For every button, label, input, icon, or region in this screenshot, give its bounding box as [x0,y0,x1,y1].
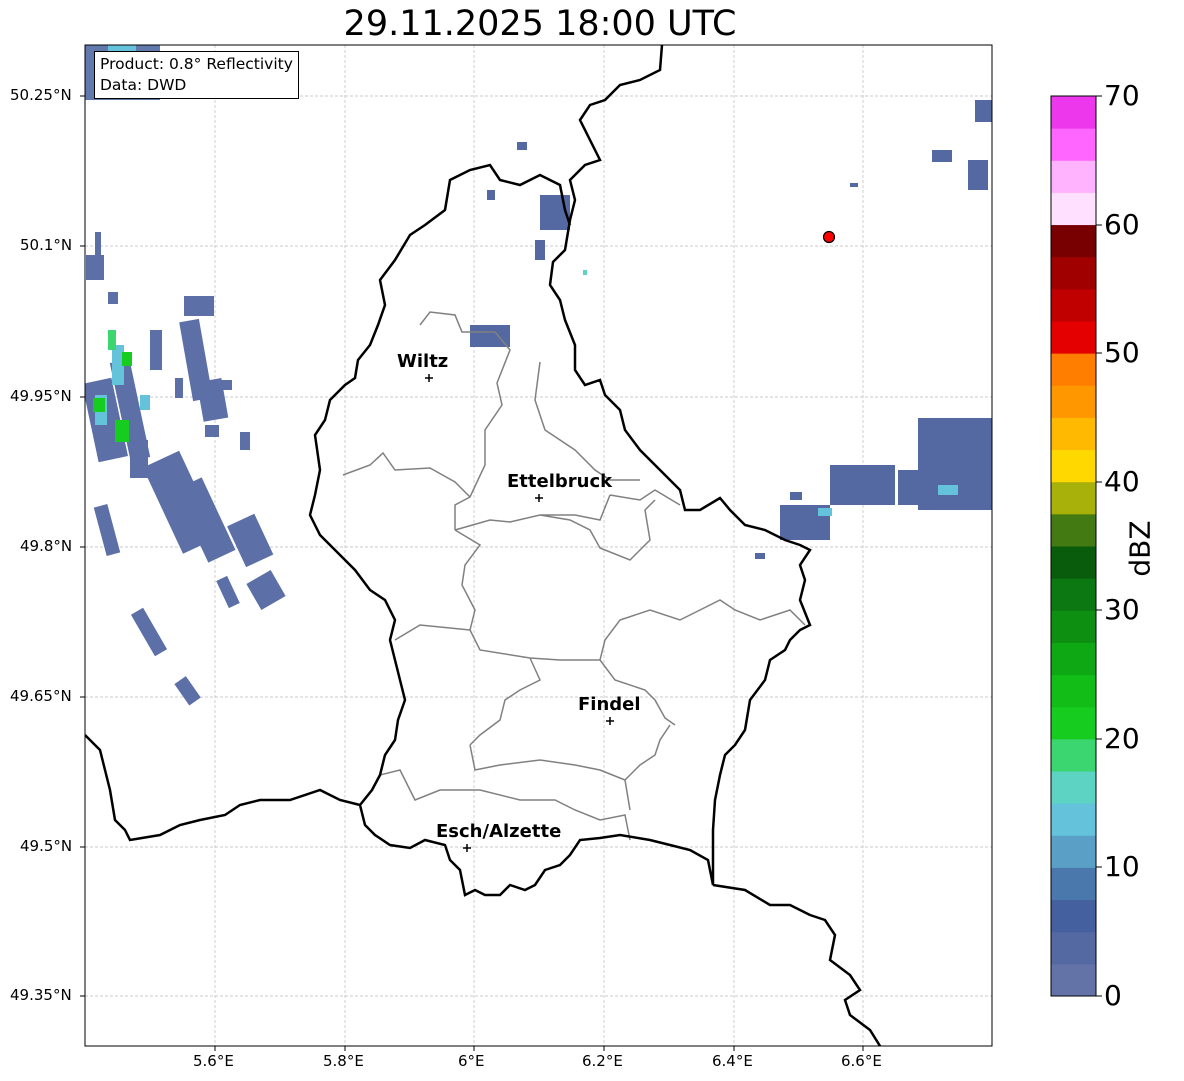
colorbar-tick-label: 60 [1104,208,1140,241]
colorbar [1051,96,1096,997]
city-label-wiltz: Wiltz [397,351,449,372]
city-label-findel: Findel [578,694,641,715]
colorbar-segment [1051,449,1096,483]
colorbar-segment [1051,192,1096,226]
colorbar-segment [1051,642,1096,676]
lat-tick-label: 50.1°N [20,236,73,254]
lat-tick-label: 49.65°N [10,687,72,705]
lon-tick-label: 6.6°E [841,1052,882,1070]
colorbar-segment [1051,610,1096,643]
colorbar-tick-label: 10 [1104,850,1140,883]
lon-tick-label: 6.2°E [582,1052,623,1070]
colorbar-segment [1051,96,1096,129]
lat-tick-label: 50.25°N [10,86,72,104]
colorbar-tick-label: 0 [1104,979,1122,1012]
colorbar-segment [1051,771,1096,804]
colorbar-tick-label: 50 [1104,336,1140,369]
colorbar-label: dBZ [1123,520,1157,577]
colorbar-segment [1051,546,1096,579]
colorbar-segment [1051,706,1096,740]
city-label-esch: Esch/Alzette [436,821,562,842]
colorbar-tick-label: 70 [1104,79,1140,112]
colorbar-segment [1051,385,1096,418]
colorbar-segment [1051,963,1096,997]
lat-tick-label: 49.95°N [10,387,72,405]
colorbar-segment [1051,160,1096,193]
colorbar-segment [1051,899,1096,933]
colorbar-segment [1051,835,1096,868]
colorbar-segment [1051,931,1096,965]
lat-tick-label: 49.5°N [20,837,73,855]
colorbar-segment [1051,674,1096,708]
colorbar-segment [1051,128,1096,161]
info-box: Product: 0.8° Reflectivity Data: DWD [94,51,299,99]
colorbar-segment [1051,481,1096,515]
colorbar-ticks [1096,95,1102,997]
lon-tick-label: 5.8°E [323,1052,364,1070]
colorbar-tick-label: 40 [1104,465,1140,498]
colorbar-segment [1051,803,1096,836]
lon-tick-label: 6.4°E [712,1052,753,1070]
lat-tick-label: 49.8°N [20,537,73,555]
colorbar-tick-label: 20 [1104,722,1140,755]
colorbar-segment [1051,867,1096,901]
colorbar-segment [1051,417,1096,451]
colorbar-segment [1051,321,1096,354]
lat-tick-label: 49.35°N [10,986,72,1004]
colorbar-segment [1051,353,1096,386]
red-marker [822,230,836,244]
colorbar-segment [1051,578,1096,611]
colorbar-segment [1051,288,1096,322]
info-data: Data: DWD [100,76,187,94]
colorbar-segment [1051,738,1096,772]
colorbar-segment [1051,513,1096,547]
lon-tick-label: 6°E [458,1052,485,1070]
lon-tick-label: 5.6°E [193,1052,234,1070]
radar-map [80,44,1102,1051]
colorbar-tick-label: 30 [1104,593,1140,626]
colorbar-segment [1051,224,1096,258]
city-label-ettelbruck: Ettelbruck [507,471,613,492]
colorbar-segment [1051,256,1096,290]
info-product: Product: 0.8° Reflectivity [100,55,293,73]
